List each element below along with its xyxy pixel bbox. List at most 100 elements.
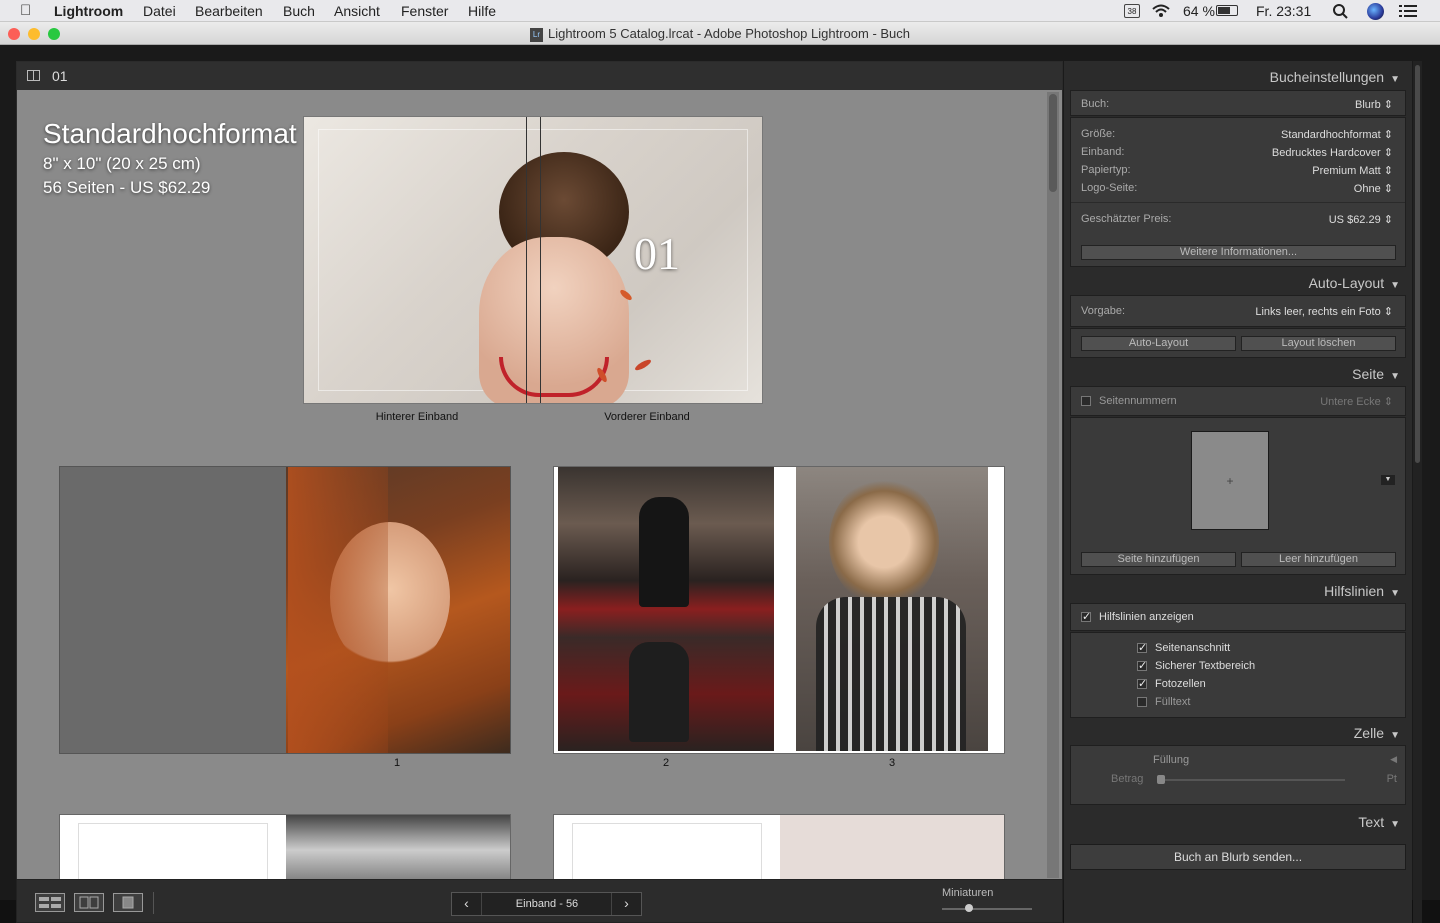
guides-options-box: ✓ Seitenanschnitt ✓ Sicherer Textbereich… xyxy=(1070,632,1406,718)
preset-row[interactable]: Vorgabe: Links leer, rechts ein Foto ⇕ xyxy=(1081,305,1393,318)
collapse-triangle-icon[interactable]: ▼ xyxy=(1390,74,1400,85)
section-header-auto-layout[interactable]: Auto-Layout ▼ xyxy=(1309,275,1400,291)
zoom-window-button[interactable] xyxy=(48,28,60,40)
cover-spread[interactable]: 01 xyxy=(303,116,763,404)
page-navigator: ‹ Einband - 56 › xyxy=(451,892,642,916)
menu-ansicht[interactable]: Ansicht xyxy=(334,3,380,19)
photo-cells-checkbox[interactable]: ✓ xyxy=(1137,679,1147,690)
next-page-button[interactable]: › xyxy=(611,893,641,915)
section-header-page[interactable]: Seite ▼ xyxy=(1352,366,1400,382)
padding-label: Füllung xyxy=(1153,754,1190,766)
section-header-book-settings[interactable]: Bucheinstellungen ▼ xyxy=(1270,69,1400,85)
menu-bearbeiten[interactable]: Bearbeiten xyxy=(195,3,263,19)
book-canvas[interactable]: 01 Standardhochformat 8" x 10" (20 x 25 … xyxy=(17,90,1062,880)
spread-pages-4-5[interactable] xyxy=(59,814,511,880)
safe-text-checkbox[interactable]: ✓ xyxy=(1137,661,1147,672)
collapse-triangle-icon[interactable]: ▼ xyxy=(1390,730,1400,741)
wifi-icon[interactable] xyxy=(1151,3,1171,18)
book-select[interactable]: Blurb ⇕ xyxy=(1355,98,1393,111)
book-format-title: Standardhochformat xyxy=(43,118,297,149)
window-titlebar: Lr Lightroom 5 Catalog.lrcat - Adobe Phot… xyxy=(0,22,1440,45)
section-header-guides[interactable]: Hilfslinien ▼ xyxy=(1324,583,1400,599)
multi-page-view-button[interactable] xyxy=(35,893,65,912)
collapse-triangle-icon[interactable]: ▼ xyxy=(1390,819,1400,830)
add-blank-button[interactable]: Leer hinzufügen xyxy=(1241,552,1396,567)
clock[interactable]: Fr. 23:31 xyxy=(1256,3,1311,19)
spread-pages-6-7[interactable] xyxy=(553,814,1005,880)
right-panel-scrollbar[interactable] xyxy=(1413,61,1422,923)
template-dropdown-icon[interactable]: ▼ xyxy=(1381,475,1395,485)
menu-app[interactable]: Lightroom xyxy=(54,3,123,19)
thumbnail-size-slider-thumb[interactable] xyxy=(965,904,973,912)
trim-label: Seitenanschnitt xyxy=(1155,642,1231,654)
paper-row[interactable]: Papiertyp: Premium Matt ⇕ xyxy=(1081,164,1393,177)
close-window-button[interactable] xyxy=(8,28,20,40)
spread-page-1[interactable] xyxy=(59,466,511,754)
page-label-1: 1 xyxy=(393,757,401,769)
apple-icon[interactable]:  xyxy=(20,2,31,19)
previous-page-button[interactable]: ‹ xyxy=(452,893,482,915)
show-guides-box: ✓ Hilfslinien anzeigen xyxy=(1070,603,1406,631)
collapse-triangle-icon[interactable]: ▼ xyxy=(1390,371,1400,382)
cover-select[interactable]: Bedrucktes Hardcover ⇕ xyxy=(1272,146,1393,159)
logo-row[interactable]: Logo-Seite: Ohne ⇕ xyxy=(1081,182,1393,195)
size-row[interactable]: Größe: Standardhochformat ⇕ xyxy=(1081,128,1393,141)
padding-slider[interactable] xyxy=(1157,775,1345,784)
spotlight-search-icon[interactable] xyxy=(1333,4,1348,19)
clear-layout-button[interactable]: Layout löschen xyxy=(1241,336,1396,351)
more-info-button[interactable]: Weitere Informationen... xyxy=(1081,245,1396,260)
right-panel: Bucheinstellungen ▼ Buch: Blurb ⇕ Größe: St… xyxy=(1064,61,1412,923)
page-template-thumbnail[interactable]: + xyxy=(1191,431,1269,530)
trim-checkbox[interactable]: ✓ xyxy=(1137,643,1147,654)
siri-icon[interactable] xyxy=(1367,3,1384,20)
menu-fenster[interactable]: Fenster xyxy=(401,3,448,19)
padding-slider-thumb[interactable] xyxy=(1157,775,1165,784)
price-row[interactable]: Geschätzter Preis: US $62.29 ⇕ xyxy=(1081,213,1393,226)
toolbar-divider xyxy=(153,892,154,914)
book-canvas-panel: 01 01 Standardhochformat 8" x 10" (20 x … xyxy=(16,61,1063,880)
spread-view-icon[interactable] xyxy=(27,70,40,81)
menu-buch[interactable]: Buch xyxy=(283,3,315,19)
page-label-3: 3 xyxy=(888,757,896,769)
preset-select[interactable]: Links leer, rechts ein Foto ⇕ xyxy=(1255,305,1393,318)
collapse-triangle-icon[interactable]: ▼ xyxy=(1390,280,1400,291)
menu-datei[interactable]: Datei xyxy=(143,3,176,19)
collapse-triangle-icon[interactable]: ▼ xyxy=(1390,588,1400,599)
lightroom-window: 01 01 Standardhochformat 8" x 10" (20 x … xyxy=(0,45,1440,923)
spread-pages-2-3[interactable] xyxy=(553,466,1005,754)
calendar-icon[interactable]: 38 xyxy=(1124,4,1140,18)
section-header-text[interactable]: Text ▼ xyxy=(1358,814,1400,830)
logo-select[interactable]: Ohne ⇕ xyxy=(1354,182,1393,195)
battery-icon[interactable] xyxy=(1216,5,1238,16)
auto-layout-preset-box: Vorgabe: Links leer, rechts ein Foto ⇕ xyxy=(1070,295,1406,327)
show-guides-checkbox[interactable]: ✓ xyxy=(1081,612,1091,623)
section-header-cell[interactable]: Zelle ▼ xyxy=(1354,725,1400,741)
auto-layout-button[interactable]: Auto-Layout xyxy=(1081,336,1236,351)
filler-text-checkbox[interactable] xyxy=(1137,697,1147,707)
cover-page-number: 01 xyxy=(634,228,680,279)
photo-cells-label: Fotozellen xyxy=(1155,678,1206,690)
menu-hilfe[interactable]: Hilfe xyxy=(468,3,496,19)
auto-layout-buttons-box: Auto-Layout Layout löschen xyxy=(1070,328,1406,358)
page-label-2: 2 xyxy=(662,757,670,769)
add-page-button[interactable]: Seite hinzufügen xyxy=(1081,552,1236,567)
send-to-blurb-button[interactable]: Buch an Blurb senden... xyxy=(1070,844,1406,870)
canvas-scrollbar[interactable] xyxy=(1047,92,1059,878)
spread-view-button[interactable] xyxy=(74,893,104,912)
page-numbers-checkbox[interactable] xyxy=(1081,396,1091,406)
right-panel-scrollbar-thumb[interactable] xyxy=(1415,65,1420,463)
single-page-icon xyxy=(122,896,134,909)
cover-row[interactable]: Einband: Bedrucktes Hardcover ⇕ xyxy=(1081,146,1393,159)
canvas-scrollbar-thumb[interactable] xyxy=(1049,94,1057,192)
price-select[interactable]: US $62.29 ⇕ xyxy=(1329,213,1393,226)
thumbnail-size-slider[interactable] xyxy=(942,904,1032,912)
paper-select[interactable]: Premium Matt ⇕ xyxy=(1312,164,1393,177)
window-title: Lightroom 5 Catalog.lrcat - Adobe Photos… xyxy=(547,26,911,41)
padding-expand-icon[interactable]: ◀ xyxy=(1390,754,1397,765)
notification-center-icon[interactable] xyxy=(1399,5,1417,17)
minimize-window-button[interactable] xyxy=(28,28,40,40)
size-select[interactable]: Standardhochformat ⇕ xyxy=(1281,128,1393,141)
page-numbers-position-select[interactable]: Untere Ecke ⇕ xyxy=(1320,395,1393,408)
book-row[interactable]: Buch: Blurb ⇕ xyxy=(1081,98,1393,111)
single-page-view-button[interactable] xyxy=(113,893,143,912)
